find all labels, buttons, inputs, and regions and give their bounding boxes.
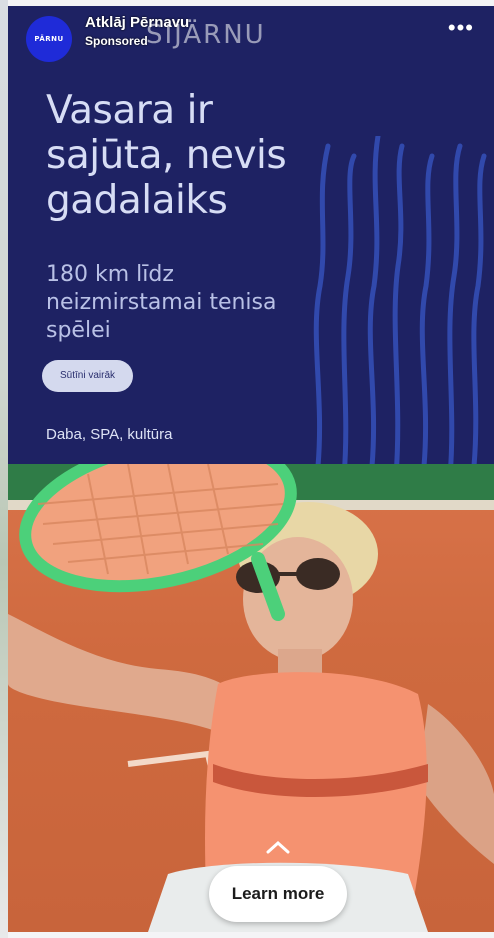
more-options-icon[interactable]: ••• (448, 17, 474, 39)
decorative-lines (313, 136, 487, 479)
sponsored-label: Sponsored (85, 34, 148, 48)
advertiser-avatar[interactable]: PÄRNU (26, 16, 72, 62)
photo-illustration (8, 464, 494, 932)
ad-tags: Daba, SPA, kultūra (46, 426, 173, 443)
learn-more-pill-button[interactable]: Sūtīni vairāk (42, 360, 134, 392)
ad-viewport: PÄRNU SIJÄRNU Atklāj Pērnavu Sponsored •… (0, 0, 494, 938)
brand-logo-watermark: SIJÄRNU (146, 20, 266, 50)
chevron-up-icon[interactable] (266, 840, 290, 854)
sponsored-ad-card[interactable]: PÄRNU SIJÄRNU Atklāj Pērnavu Sponsored •… (8, 6, 494, 932)
background-page-edge (0, 0, 8, 938)
ad-header: PÄRNU SIJÄRNU Atklāj Pērnavu Sponsored •… (8, 6, 494, 76)
tennis-player-photo[interactable] (8, 464, 494, 932)
learn-more-button[interactable]: Learn more (209, 866, 347, 922)
ad-subheadline: 180 km līdz neizmirstamai tenisa spēlei (46, 262, 277, 343)
